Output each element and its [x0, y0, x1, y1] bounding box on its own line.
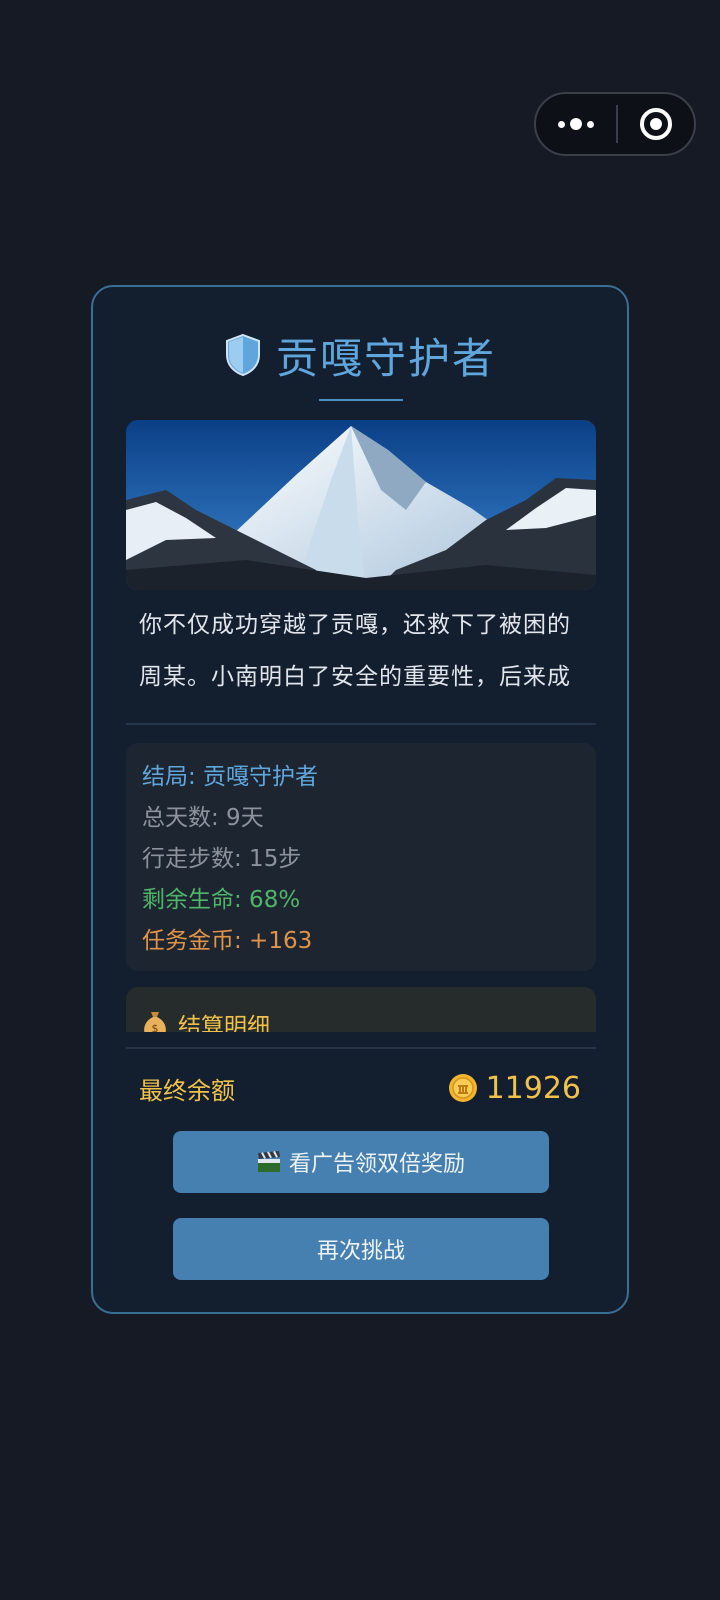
page-title: 贡嘎守护者: [275, 333, 496, 383]
settlement-detail-title: 结算明细: [178, 1014, 270, 1032]
target-close-icon: [640, 108, 672, 140]
more-dot-right: [587, 120, 594, 128]
stat-mission-coins: 任务金币: +163: [142, 928, 313, 954]
retry-button[interactable]: 再次挑战: [173, 1218, 549, 1280]
stats-panel: 结局: 贡嘎守护者 总天数: 9天 行走步数: 15步 剩余生命: 68% 任务…: [126, 743, 596, 971]
title-row: 贡嘎守护者: [93, 327, 627, 383]
mini-program-capsule: [534, 92, 696, 156]
stat-steps: 行走步数: 15步: [142, 846, 302, 872]
watch-ad-button-label: 看广告领双倍奖励: [288, 1152, 465, 1177]
stat-total-days: 总天数: 9天: [142, 805, 264, 831]
retry-button-label: 再次挑战: [316, 1239, 405, 1264]
settlement-detail-section[interactable]: $ 结算明细: [126, 987, 596, 1032]
more-dot-center: [570, 118, 582, 130]
final-balance-value: 11926: [485, 1070, 581, 1106]
settlement-detail-header: $ 结算明细: [142, 1007, 270, 1032]
more-dots-icon: [558, 120, 565, 128]
final-balance-row: 最终余额 11926: [139, 1063, 581, 1113]
stat-ending: 结局: 贡嘎守护者: [142, 764, 319, 790]
stat-remaining-life: 剩余生命: 68%: [142, 887, 301, 913]
watch-ad-double-reward-button[interactable]: 看广告领双倍奖励: [173, 1131, 549, 1193]
more-button[interactable]: [536, 94, 616, 154]
final-balance: 11926: [448, 1071, 581, 1106]
divider-top: [126, 723, 596, 725]
clapperboard-icon: [257, 1151, 280, 1172]
close-button[interactable]: [618, 94, 694, 154]
story-text: 你不仅成功穿越了贡嘎，还救下了被困的周某。小南明白了安全的重要性，后来成: [139, 612, 571, 690]
money-bag-icon: $: [144, 1012, 166, 1032]
shield-icon: [225, 333, 260, 377]
coin-icon: [448, 1074, 477, 1102]
final-balance-label: 最终余额: [139, 1076, 235, 1105]
result-card: 贡嘎守护者 你不仅成功穿越了贡嘎，还救下了被困的周某。小南明白了安全的重要性，后…: [91, 285, 629, 1314]
snow-mountain-image: [126, 420, 596, 590]
divider-bottom: [126, 1047, 596, 1049]
title-underline: [319, 399, 403, 401]
svg-text:$: $: [152, 1022, 159, 1032]
